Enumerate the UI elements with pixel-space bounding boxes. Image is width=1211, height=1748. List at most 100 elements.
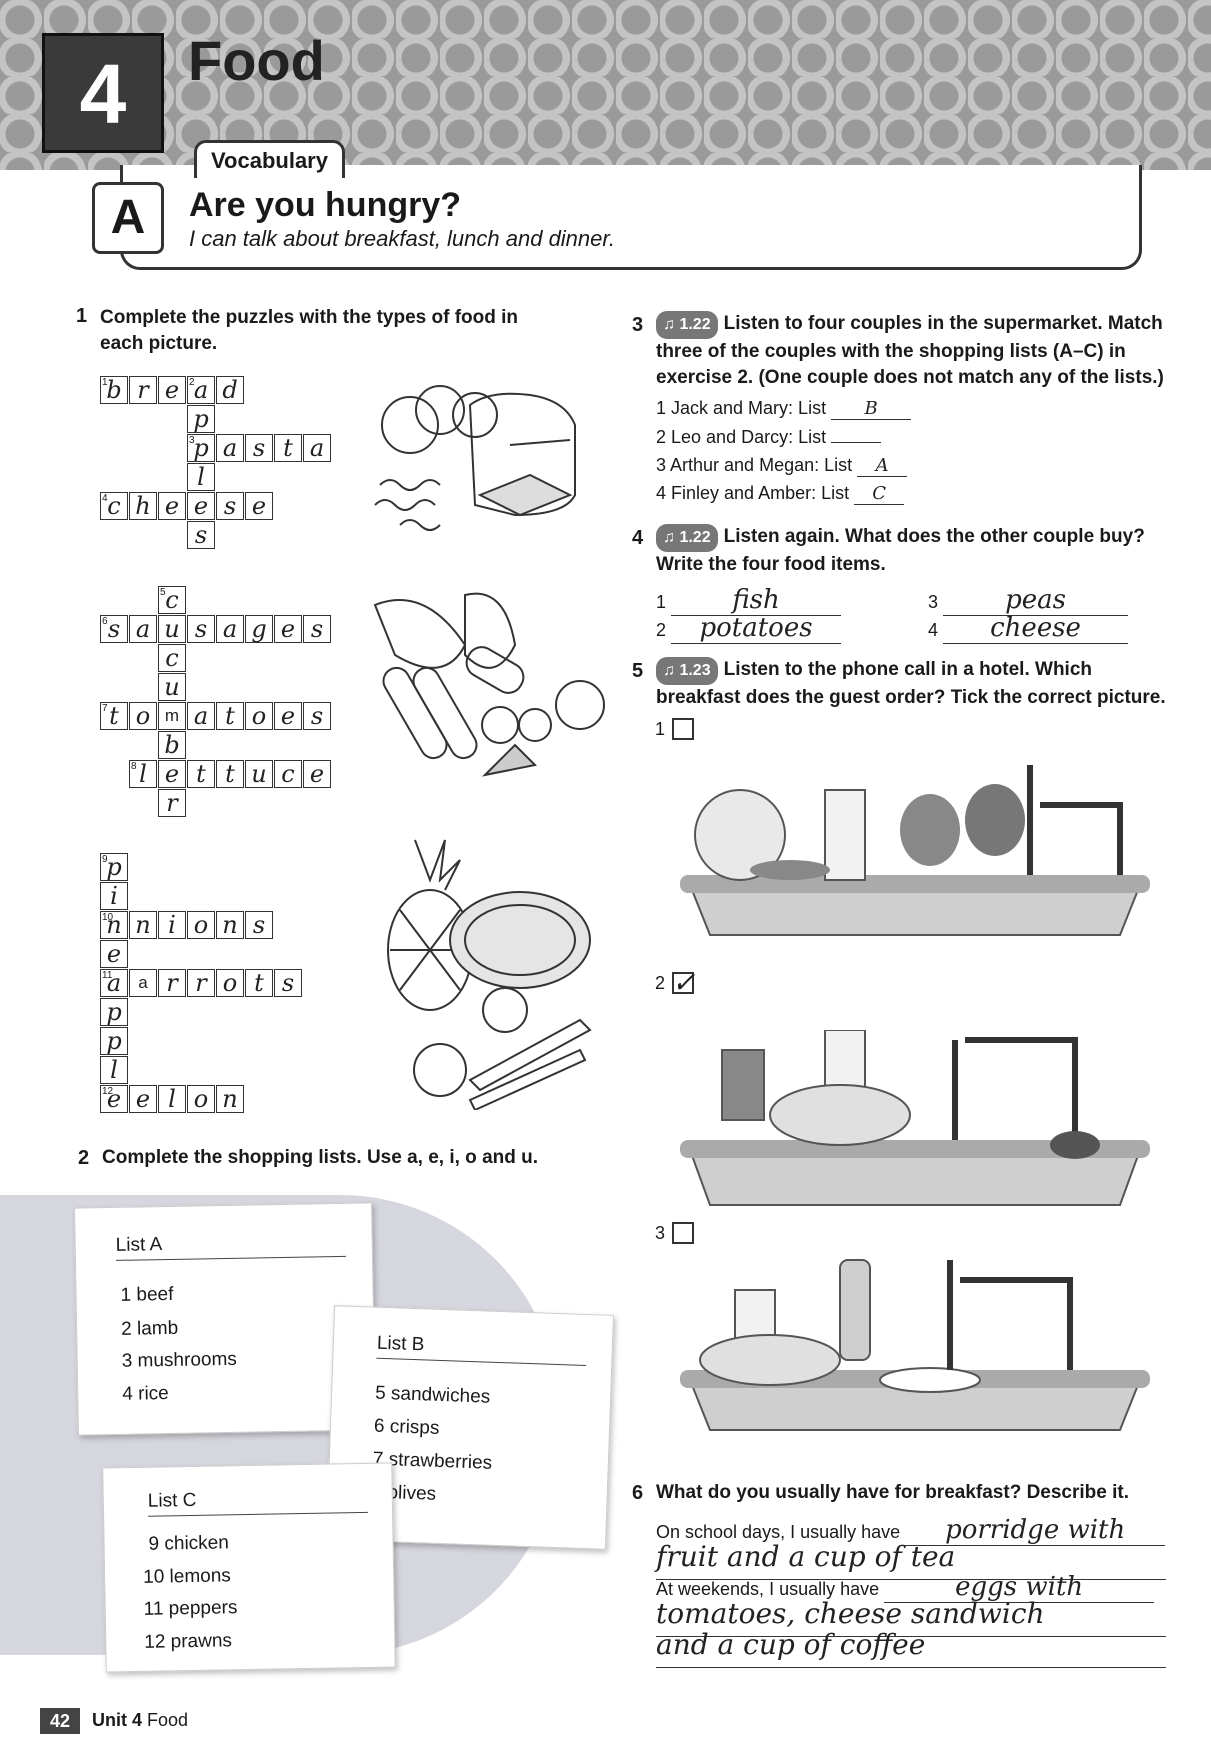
crossword-cell[interactable]: c bbox=[274, 760, 302, 788]
crossword-cell[interactable]: o bbox=[187, 1085, 215, 1113]
crossword-cell[interactable]: a bbox=[303, 434, 331, 462]
crossword-cell[interactable]: l bbox=[187, 463, 215, 491]
crossword-letter: e bbox=[106, 940, 122, 968]
crossword-cell[interactable]: h bbox=[129, 492, 157, 520]
crossword-cell[interactable]: r bbox=[158, 969, 186, 997]
crossword-cell[interactable]: s bbox=[274, 969, 302, 997]
crossword-cell[interactable]: a bbox=[129, 969, 157, 997]
crossword-cell[interactable]: e bbox=[100, 940, 128, 968]
crossword-cell[interactable]: e bbox=[245, 492, 273, 520]
crossword-cell[interactable]: e bbox=[187, 492, 215, 520]
crossword-cell[interactable]: c4 bbox=[100, 492, 128, 520]
ex3-item: 3 Arthur and Megan: List A bbox=[656, 455, 908, 477]
crossword-cell[interactable]: g bbox=[245, 615, 273, 643]
audio-track-badge[interactable]: ♫ 1.23 bbox=[656, 657, 718, 685]
crossword-cell[interactable]: l bbox=[158, 1085, 186, 1113]
crossword-cell[interactable]: p bbox=[100, 998, 128, 1026]
ex3-answer-blank[interactable]: C bbox=[854, 483, 905, 505]
ex4-answer-blank[interactable]: cheese bbox=[943, 613, 1129, 644]
crossword-cell[interactable]: o bbox=[129, 702, 157, 730]
crossword-letter: a bbox=[222, 615, 238, 643]
ex3-answer-blank[interactable]: A bbox=[857, 455, 908, 477]
crossword-cell[interactable]: b1 bbox=[100, 376, 128, 404]
ex4-answer-blank[interactable]: fish bbox=[671, 585, 842, 616]
crossword-cell[interactable]: r bbox=[158, 789, 186, 817]
crossword-letter: h bbox=[135, 492, 151, 520]
crossword-cell[interactable]: a bbox=[216, 615, 244, 643]
crossword-cell[interactable]: s bbox=[245, 911, 273, 939]
crossword-cell[interactable]: n 10 bbox=[100, 911, 128, 939]
crossword-cell[interactable]: n bbox=[216, 911, 244, 939]
ex3-item: 1 Jack and Mary: List B bbox=[656, 398, 912, 420]
crossword-cell[interactable]: l8 bbox=[129, 760, 157, 788]
crossword-cell[interactable]: i bbox=[100, 882, 128, 910]
crossword-cell[interactable]: n bbox=[129, 911, 157, 939]
ex4-answer-blank[interactable]: peas bbox=[943, 585, 1129, 616]
crossword-cell[interactable]: e bbox=[274, 702, 302, 730]
crossword-cell[interactable]: u bbox=[158, 673, 186, 701]
crossword-cell[interactable]: p bbox=[100, 1027, 128, 1055]
crossword-cell[interactable]: d bbox=[216, 376, 244, 404]
crossword-cell[interactable]: e bbox=[303, 760, 331, 788]
crossword-cell[interactable]: t bbox=[245, 969, 273, 997]
crossword-cell[interactable]: e bbox=[158, 492, 186, 520]
crossword-cell[interactable]: e bbox=[129, 1085, 157, 1113]
crossword-cell[interactable]: s bbox=[187, 615, 215, 643]
crossword-cell[interactable]: r bbox=[129, 376, 157, 404]
crossword-cell[interactable]: t bbox=[274, 434, 302, 462]
exercise-4-instruction: ♫ 1.22 Listen again. What does the other … bbox=[656, 524, 1145, 575]
ex3-answer-blank[interactable]: B bbox=[831, 398, 912, 420]
crossword-cell[interactable]: a2 bbox=[187, 376, 215, 404]
crossword-cell[interactable]: o bbox=[187, 911, 215, 939]
crossword-cell[interactable]: s bbox=[303, 702, 331, 730]
crossword-cell[interactable]: l bbox=[100, 1056, 128, 1084]
crossword-cell[interactable]: n bbox=[216, 1085, 244, 1113]
crossword-cell[interactable]: p bbox=[187, 405, 215, 433]
crossword-cell[interactable]: p9 bbox=[100, 853, 128, 881]
crossword-cell[interactable]: m bbox=[158, 702, 186, 730]
crossword-cell[interactable]: s6 bbox=[100, 615, 128, 643]
audio-track-badge[interactable]: ♫ 1.22 bbox=[656, 311, 718, 339]
ex3-answer-blank[interactable] bbox=[831, 442, 882, 443]
crossword-cell[interactable]: o bbox=[245, 702, 273, 730]
option-1-checkbox[interactable] bbox=[672, 718, 694, 740]
crossword-cell[interactable]: c5 bbox=[158, 586, 186, 614]
ex4-item: 3 peas bbox=[928, 585, 1129, 616]
crossword-cell[interactable]: u bbox=[158, 615, 186, 643]
crossword-cell[interactable]: s bbox=[187, 521, 215, 549]
crossword-cell[interactable]: s bbox=[216, 492, 244, 520]
crossword-cell[interactable]: t7 bbox=[100, 702, 128, 730]
audio-track-badge[interactable]: ♫ 1.22 bbox=[656, 524, 718, 552]
shopping-list-c: List C 9 chicken 10 lemons 11 peppers 12… bbox=[102, 1462, 396, 1673]
crossword-letter: e bbox=[193, 492, 209, 520]
option-label: 1 bbox=[655, 719, 666, 739]
option-2-checkbox[interactable]: ✓ bbox=[672, 966, 695, 999]
crossword-cell[interactable]: a bbox=[129, 615, 157, 643]
vegetables-illustration bbox=[373, 592, 605, 777]
list-title-underline bbox=[376, 1357, 587, 1367]
crossword-letter: r bbox=[137, 376, 149, 404]
crossword-cell[interactable]: t bbox=[187, 760, 215, 788]
crossword-cell[interactable]: a 11 bbox=[100, 969, 128, 997]
crossword-cell[interactable]: r bbox=[187, 969, 215, 997]
ex6-answer-line[interactable]: and a cup of coffee bbox=[656, 1628, 1166, 1668]
crossword-cell[interactable]: a bbox=[187, 702, 215, 730]
crossword-letter: g bbox=[251, 615, 267, 643]
crossword-cell[interactable]: a bbox=[216, 434, 244, 462]
crossword-cell[interactable]: e bbox=[158, 376, 186, 404]
crossword-cell[interactable]: p3 bbox=[187, 434, 215, 462]
crossword-cell[interactable]: b bbox=[158, 731, 186, 759]
crossword-cell[interactable]: e 12 bbox=[100, 1085, 128, 1113]
crossword-cell[interactable]: s bbox=[245, 434, 273, 462]
crossword-cell[interactable]: c bbox=[158, 644, 186, 672]
crossword-cell[interactable]: u bbox=[245, 760, 273, 788]
crossword-cell[interactable]: e bbox=[274, 615, 302, 643]
crossword-cell[interactable]: e bbox=[158, 760, 186, 788]
crossword-cell[interactable]: i bbox=[158, 911, 186, 939]
crossword-cell[interactable]: t bbox=[216, 760, 244, 788]
ex4-answer-blank[interactable]: potatoes bbox=[671, 613, 842, 644]
crossword-cell[interactable]: s bbox=[303, 615, 331, 643]
option-3-checkbox[interactable] bbox=[672, 1222, 694, 1244]
crossword-cell[interactable]: t bbox=[216, 702, 244, 730]
crossword-cell[interactable]: o bbox=[216, 969, 244, 997]
